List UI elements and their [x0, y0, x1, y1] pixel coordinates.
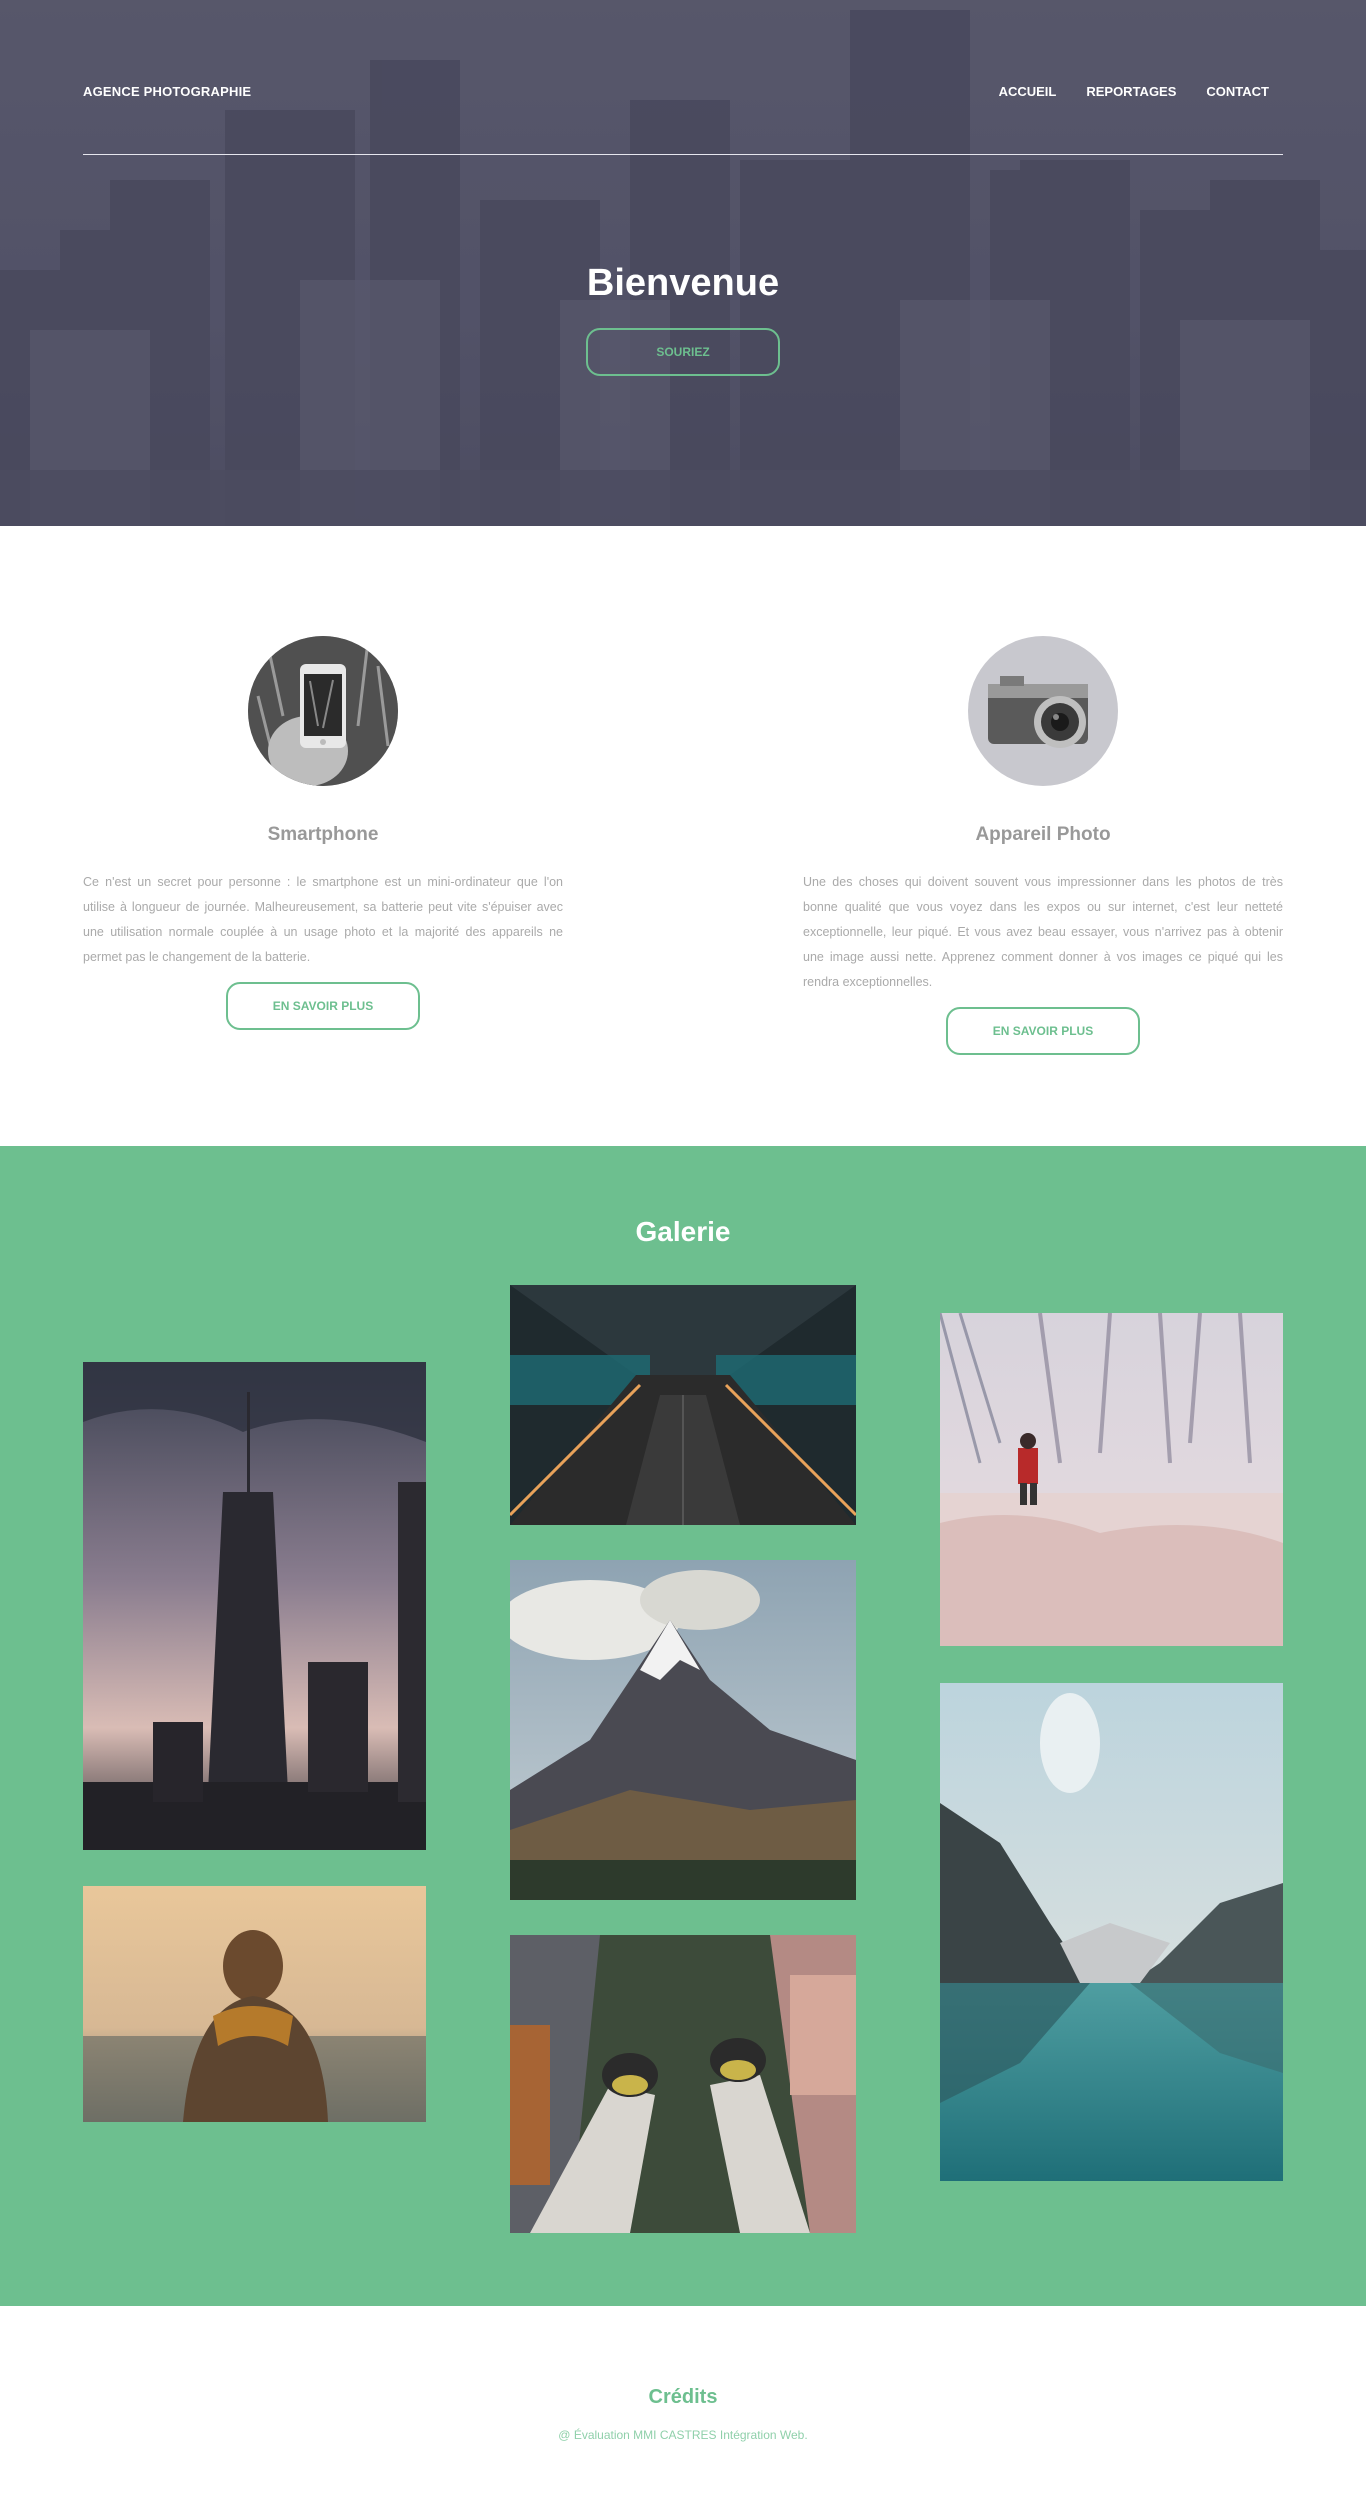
en-savoir-plus-button[interactable]: EN SAVOIR PLUS [946, 1007, 1140, 1055]
camera-photo-avatar [968, 636, 1118, 786]
nav-reportages[interactable]: REPORTAGES [1086, 84, 1176, 99]
nav-accueil[interactable]: ACCUEIL [999, 84, 1057, 99]
gallery-photo-feet-above-city[interactable] [510, 1935, 856, 2233]
header-divider [83, 154, 1283, 155]
gallery-photo-person-in-snow[interactable] [940, 1313, 1283, 1646]
top-navigation-bar: AGENCE PHOTOGRAPHIE ACCUEIL REPORTAGES C… [83, 84, 1283, 104]
gallery-section: Galerie [0, 1146, 1366, 2306]
souriez-button[interactable]: SOURIEZ [586, 328, 780, 376]
en-savoir-plus-button[interactable]: EN SAVOIR PLUS [226, 982, 420, 1030]
footer-title: Crédits [648, 2386, 718, 2408]
gallery-photo-skyscraper[interactable] [83, 1362, 426, 1850]
gallery-photo-mountain[interactable] [510, 1560, 856, 1900]
smartphone-photo-avatar [248, 636, 398, 786]
main-nav: ACCUEIL REPORTAGES CONTACT [999, 84, 1269, 99]
hero-title: Bienvenue [586, 262, 780, 304]
features-section: Smartphone Ce n'est un secret pour perso… [0, 526, 1366, 1146]
feature-appareil-photo: Appareil Photo Une des choses qui doiven… [803, 636, 1283, 1055]
brand-logo[interactable]: AGENCE PHOTOGRAPHIE [83, 84, 251, 99]
gallery-photo-escalator[interactable] [510, 1285, 856, 1525]
hero-header: AGENCE PHOTOGRAPHIE ACCUEIL REPORTAGES C… [0, 0, 1366, 526]
footer: Crédits @ Évaluation MMI CASTRES Intégra… [0, 2306, 1366, 2512]
gallery-title: Galerie [635, 1216, 731, 1247]
feature-title: Smartphone [267, 824, 379, 845]
gallery-photo-hooded-person[interactable] [83, 1886, 426, 2122]
feature-text: Une des choses qui doivent souvent vous … [803, 875, 1283, 989]
nav-contact[interactable]: CONTACT [1206, 84, 1269, 99]
feature-smartphone: Smartphone Ce n'est un secret pour perso… [83, 636, 563, 1030]
footer-credits-text: @ Évaluation MMI CASTRES Intégration Web… [558, 2428, 808, 2442]
feature-text: Ce n'est un secret pour personne : le sm… [83, 875, 563, 964]
gallery-photo-mountain-lake[interactable] [940, 1683, 1283, 2181]
feature-title: Appareil Photo [975, 824, 1111, 845]
